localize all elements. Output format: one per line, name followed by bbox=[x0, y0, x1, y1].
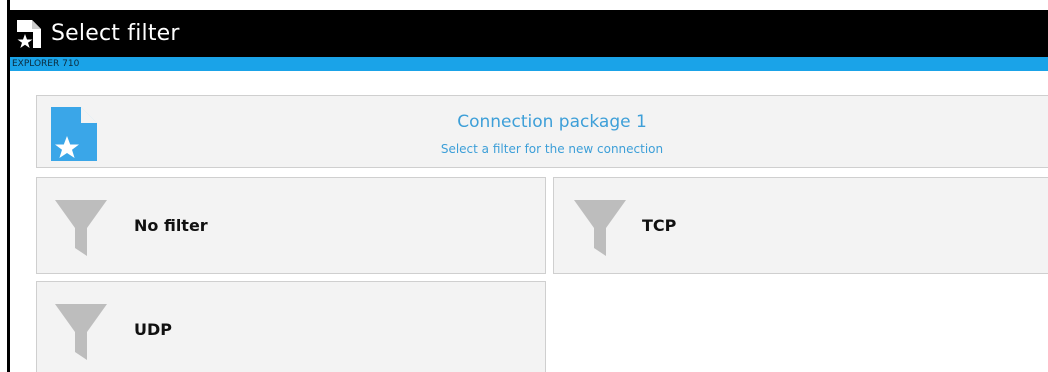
device-bar: EXPLORER 710 bbox=[10, 57, 1048, 71]
funnel-icon bbox=[574, 200, 626, 256]
filter-label: TCP bbox=[642, 216, 677, 235]
window-title: Select filter bbox=[51, 21, 180, 46]
filter-option-udp[interactable]: UDP bbox=[36, 281, 546, 372]
filter-option-no-filter[interactable]: No filter bbox=[36, 177, 546, 274]
package-title: Connection package 1 bbox=[457, 112, 647, 132]
filter-label: UDP bbox=[134, 320, 172, 339]
document-star-icon bbox=[17, 19, 41, 48]
connection-package-header: Connection package 1 Select a filter for… bbox=[36, 95, 1048, 168]
funnel-icon bbox=[55, 304, 107, 360]
filter-label: No filter bbox=[134, 216, 208, 235]
filter-option-tcp[interactable]: TCP bbox=[553, 177, 1048, 274]
funnel-icon bbox=[55, 200, 107, 256]
device-name: EXPLORER 710 bbox=[12, 59, 80, 69]
app-window: Select filter EXPLORER 710 Connection pa… bbox=[0, 0, 1048, 372]
title-bar: Select filter bbox=[10, 10, 1048, 57]
main-content: Connection package 1 Select a filter for… bbox=[10, 71, 1048, 372]
package-subtitle: Select a filter for the new connection bbox=[440, 142, 664, 156]
